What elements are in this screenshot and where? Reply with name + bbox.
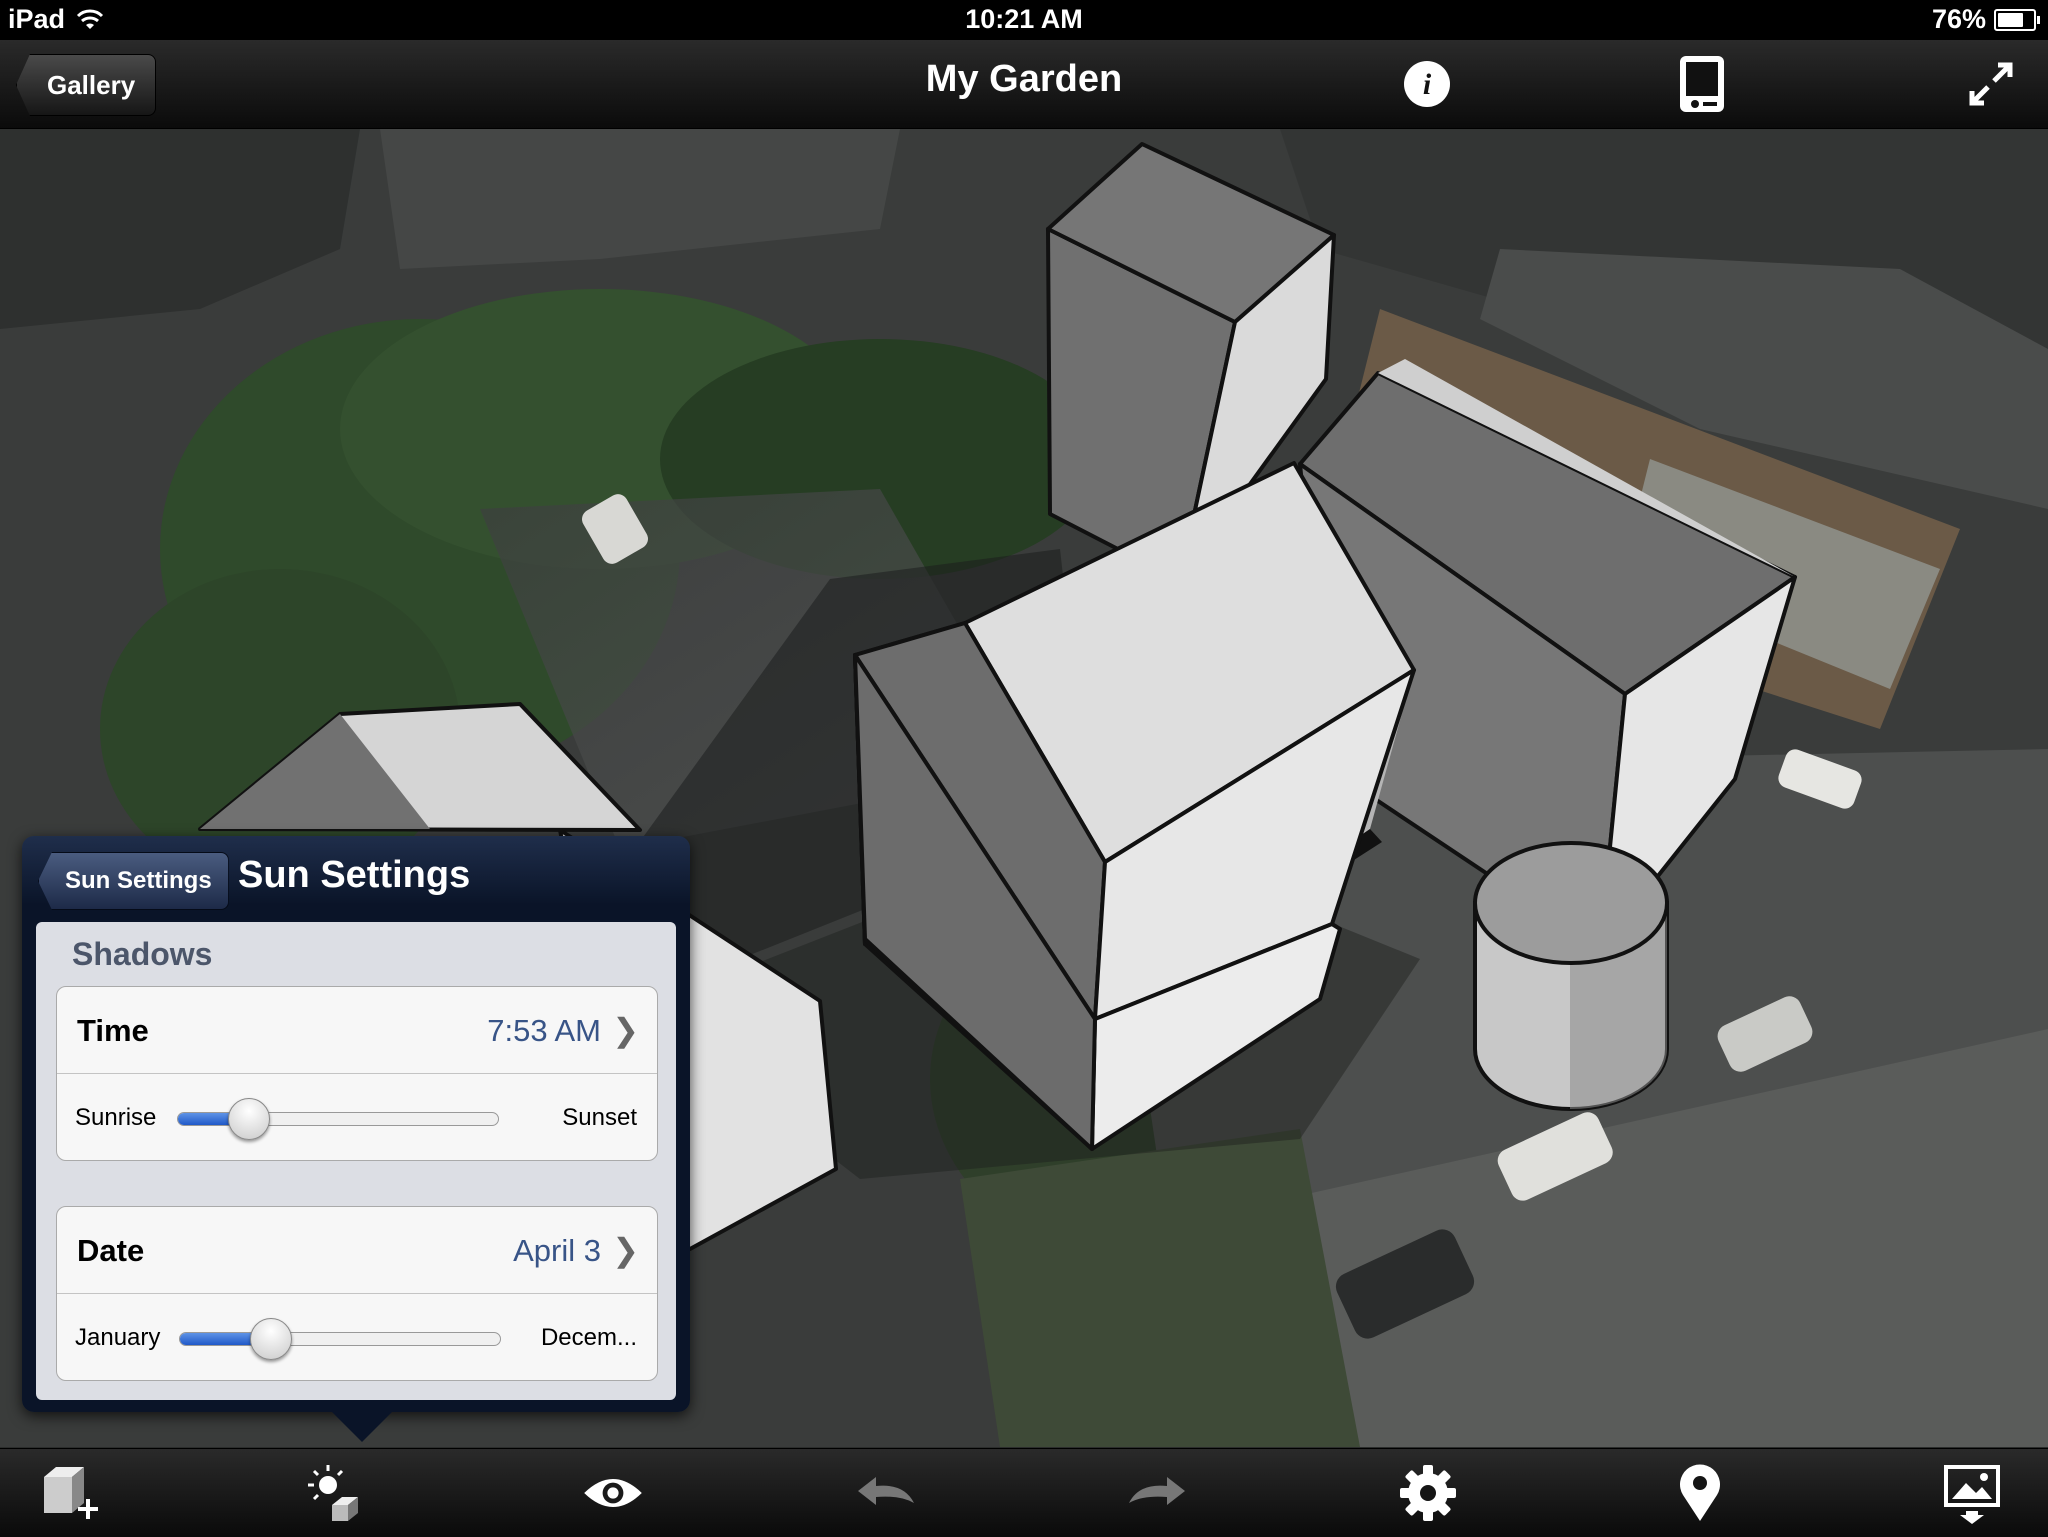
sun-settings-popover: Sun Settings Sun Settings Shadows Time 7… xyxy=(22,836,690,1442)
time-slider[interactable] xyxy=(177,1098,499,1140)
date-slider-max-label: Decem... xyxy=(540,1324,637,1351)
device-icon[interactable] xyxy=(1674,56,1730,112)
battery-percent: 76% xyxy=(1931,4,1986,34)
popover-arrow xyxy=(332,1412,392,1442)
fullscreen-icon[interactable] xyxy=(1963,56,2019,112)
section-header-shadows: Shadows xyxy=(72,936,213,972)
page-title: My Garden xyxy=(925,58,1123,100)
time-slider-row: Sunrise Sunset xyxy=(57,1074,657,1160)
location-icon[interactable] xyxy=(1668,1461,1732,1525)
nav-bar: Gallery My Garden i xyxy=(0,40,2048,129)
time-slider-max-label: Sunset xyxy=(562,1104,637,1131)
time-group: Time 7:53 AM ❯ Sunrise Sunset xyxy=(56,986,658,1161)
date-label: Date xyxy=(77,1233,145,1268)
time-value: 7:53 AM xyxy=(487,1013,601,1048)
time-label: Time xyxy=(77,1013,149,1048)
battery-icon xyxy=(1994,8,2040,31)
date-slider[interactable] xyxy=(179,1318,501,1360)
settings-icon[interactable] xyxy=(1396,1461,1460,1525)
view-icon[interactable] xyxy=(581,1461,645,1525)
status-bar: iPad 10:21 AM 76% xyxy=(0,0,2048,40)
popover-body: Shadows Time 7:53 AM ❯ Sunrise Sunset Da… xyxy=(36,922,676,1400)
redo-icon[interactable] xyxy=(1125,1461,1189,1525)
undo-icon[interactable] xyxy=(854,1461,918,1525)
time-slider-thumb[interactable] xyxy=(228,1098,271,1140)
svg-text:i: i xyxy=(1423,68,1432,101)
info-icon[interactable]: i xyxy=(1399,56,1455,112)
date-row[interactable]: Date April 3 ❯ xyxy=(57,1207,657,1294)
time-slider-min-label: Sunrise xyxy=(75,1104,157,1131)
date-slider-row: January Decem... xyxy=(57,1294,657,1380)
sun-settings-icon[interactable] xyxy=(302,1461,366,1525)
sun-settings-back-button[interactable]: Sun Settings xyxy=(38,852,229,910)
chevron-right-icon: ❯ xyxy=(612,1012,639,1048)
export-icon[interactable] xyxy=(1940,1461,2004,1525)
date-slider-min-label: January xyxy=(75,1324,161,1351)
popover-title: Sun Settings xyxy=(238,854,471,896)
add-model-icon[interactable] xyxy=(38,1461,102,1525)
date-group: Date April 3 ❯ January Decem... xyxy=(56,1206,658,1381)
chevron-right-icon: ❯ xyxy=(612,1232,639,1268)
time-row[interactable]: Time 7:53 AM ❯ xyxy=(57,987,657,1074)
date-slider-thumb[interactable] xyxy=(249,1318,292,1360)
date-value: April 3 xyxy=(513,1233,601,1268)
bottom-toolbar xyxy=(0,1448,2048,1537)
status-time: 10:21 AM xyxy=(965,4,1083,34)
